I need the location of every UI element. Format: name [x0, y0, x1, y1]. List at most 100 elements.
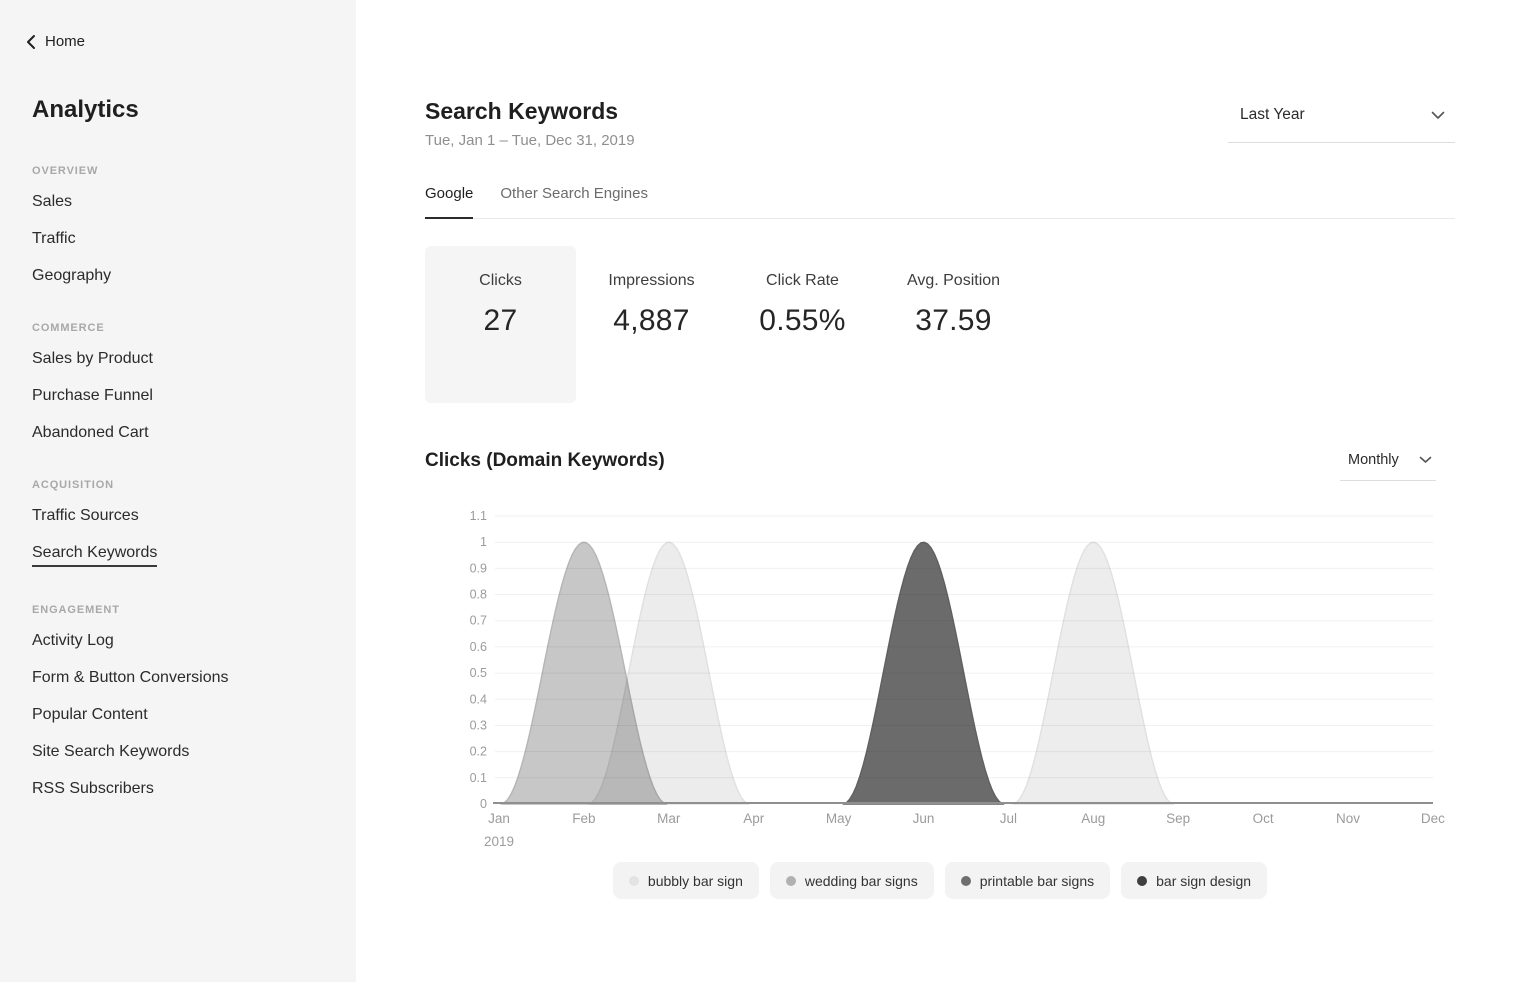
stat-card-clicks[interactable]: Clicks 27: [425, 246, 576, 403]
period-dropdown[interactable]: Last Year: [1228, 106, 1455, 143]
sidebar-item-rss-subscribers[interactable]: RSS Subscribers: [32, 771, 336, 808]
clicks-chart-svg: 00.10.20.30.40.50.60.70.80.911.1JanFebMa…: [425, 502, 1455, 857]
stat-label: Impressions: [576, 272, 727, 290]
search-engine-tabs: Google Other Search Engines: [425, 185, 1455, 219]
page-title: Search Keywords: [425, 98, 618, 125]
sidebar-item-geography[interactable]: Geography: [32, 258, 336, 295]
sidebar-section: ENGAGEMENT Activity Log Form & Button Co…: [32, 604, 336, 808]
y-axis-tick-label: 0.8: [470, 588, 487, 602]
chevron-down-icon: [1419, 456, 1432, 464]
legend-dot-icon: [786, 876, 796, 886]
clicks-chart: 00.10.20.30.40.50.60.70.80.911.1JanFebMa…: [425, 502, 1455, 857]
sidebar-section-label: ENGAGEMENT: [32, 604, 336, 616]
x-axis-tick-label: Oct: [1253, 811, 1274, 826]
y-axis-tick-label: 0.9: [470, 561, 487, 575]
stat-card-avg-position[interactable]: Avg. Position 37.59: [878, 246, 1029, 403]
legend-dot-icon: [961, 876, 971, 886]
y-axis-tick-label: 0.1: [470, 771, 487, 785]
legend-label: wedding bar signs: [805, 873, 918, 889]
y-axis-tick-label: 0.5: [470, 666, 487, 680]
sidebar-item-purchase-funnel[interactable]: Purchase Funnel: [32, 378, 336, 415]
sidebar-item-label: Geography: [32, 267, 111, 285]
interval-dropdown-value: Monthly: [1348, 452, 1399, 468]
sidebar-item-label: Traffic: [32, 230, 76, 248]
home-label: Home: [45, 33, 85, 50]
sidebar-item-popular-content[interactable]: Popular Content: [32, 697, 336, 734]
sidebar-item-label: Popular Content: [32, 706, 148, 724]
sidebar-item-label: RSS Subscribers: [32, 780, 154, 798]
interval-dropdown[interactable]: Monthly: [1340, 452, 1436, 481]
y-axis-tick-label: 0.3: [470, 719, 487, 733]
x-axis-tick-label: Dec: [1421, 811, 1445, 826]
stat-label: Avg. Position: [878, 272, 1029, 290]
x-axis-tick-label: Sep: [1166, 811, 1190, 826]
sidebar-item-label: Form & Button Conversions: [32, 669, 229, 687]
legend-label: printable bar signs: [980, 873, 1094, 889]
period-dropdown-value: Last Year: [1240, 106, 1305, 124]
legend-dot-icon: [1137, 876, 1147, 886]
sidebar-section: OVERVIEW Sales Traffic Geography: [32, 165, 336, 295]
sidebar-item-label: Sales: [32, 193, 72, 211]
x-axis-tick-label: Jul: [1000, 811, 1017, 826]
sidebar-item-label: Sales by Product: [32, 350, 153, 368]
sidebar-item-traffic[interactable]: Traffic: [32, 221, 336, 258]
sidebar-section-label: COMMERCE: [32, 322, 336, 334]
legend-item-bar-sign-design[interactable]: bar sign design: [1121, 862, 1267, 899]
x-axis-tick-label: Aug: [1081, 811, 1105, 826]
sidebar-section: COMMERCE Sales by Product Purchase Funne…: [32, 322, 336, 452]
stat-label: Click Rate: [727, 272, 878, 290]
legend-item-bubbly-bar-sign[interactable]: bubbly bar sign: [613, 862, 759, 899]
x-axis-tick-label: Jun: [913, 811, 935, 826]
sidebar-section: ACQUISITION Traffic Sources Search Keywo…: [32, 479, 336, 577]
y-axis-tick-label: 0.2: [470, 745, 487, 759]
x-axis-tick-label: Apr: [743, 811, 765, 826]
stat-label: Clicks: [425, 272, 576, 290]
sidebar-nav: OVERVIEW Sales Traffic Geography COMMERC…: [32, 165, 336, 835]
tab-google[interactable]: Google: [425, 185, 473, 219]
y-axis-tick-label: 1: [480, 535, 487, 549]
sidebar-item-search-keywords[interactable]: Search Keywords: [32, 535, 336, 577]
date-range-label: Tue, Jan 1 – Tue, Dec 31, 2019: [425, 132, 635, 149]
y-axis-tick-label: 0.6: [470, 640, 487, 654]
legend-item-printable-bar-signs[interactable]: printable bar signs: [945, 862, 1110, 899]
chart-title: Clicks (Domain Keywords): [425, 450, 665, 472]
home-back-button[interactable]: Home: [26, 33, 85, 50]
y-axis-tick-label: 0.4: [470, 692, 487, 706]
stat-value: 4,887: [576, 304, 727, 338]
stat-value: 37.59: [878, 304, 1029, 338]
sidebar-section-label: OVERVIEW: [32, 165, 336, 177]
sidebar: Home Analytics OVERVIEW Sales Traffic Ge…: [0, 0, 356, 982]
stat-value: 0.55%: [727, 304, 878, 338]
y-axis-tick-label: 0: [480, 797, 487, 811]
legend-dot-icon: [629, 876, 639, 886]
sidebar-item-activity-log[interactable]: Activity Log: [32, 623, 336, 660]
chart-legend: bubbly bar sign wedding bar signs printa…: [425, 862, 1455, 899]
sidebar-item-label: Abandoned Cart: [32, 424, 149, 442]
x-axis-year-label: 2019: [484, 834, 514, 849]
tab-other-search-engines[interactable]: Other Search Engines: [500, 185, 648, 219]
sidebar-item-abandoned-cart[interactable]: Abandoned Cart: [32, 415, 336, 452]
legend-label: bar sign design: [1156, 873, 1251, 889]
sidebar-section-label: ACQUISITION: [32, 479, 336, 491]
sidebar-item-sales[interactable]: Sales: [32, 184, 336, 221]
sidebar-item-form-button-conversions[interactable]: Form & Button Conversions: [32, 660, 336, 697]
sidebar-item-label: Site Search Keywords: [32, 743, 189, 761]
sidebar-title: Analytics: [32, 96, 139, 124]
sidebar-item-traffic-sources[interactable]: Traffic Sources: [32, 498, 336, 535]
stat-value: 27: [425, 304, 576, 338]
sidebar-item-label: Traffic Sources: [32, 507, 139, 525]
stat-card-click-rate[interactable]: Click Rate 0.55%: [727, 246, 878, 403]
sidebar-item-site-search-keywords[interactable]: Site Search Keywords: [32, 734, 336, 771]
y-axis-tick-label: 0.7: [470, 614, 487, 628]
x-axis-tick-label: May: [826, 811, 852, 826]
sidebar-item-label: Search Keywords: [32, 544, 157, 567]
sidebar-item-sales-by-product[interactable]: Sales by Product: [32, 341, 336, 378]
legend-item-wedding-bar-signs[interactable]: wedding bar signs: [770, 862, 934, 899]
legend-label: bubbly bar sign: [648, 873, 743, 889]
x-axis-tick-label: Mar: [657, 811, 681, 826]
chevron-down-icon: [1431, 111, 1445, 120]
stat-card-impressions[interactable]: Impressions 4,887: [576, 246, 727, 403]
x-axis-tick-label: Nov: [1336, 811, 1360, 826]
x-axis-tick-label: Jan: [488, 811, 510, 826]
stats-row: Clicks 27 Impressions 4,887 Click Rate 0…: [425, 246, 1029, 403]
